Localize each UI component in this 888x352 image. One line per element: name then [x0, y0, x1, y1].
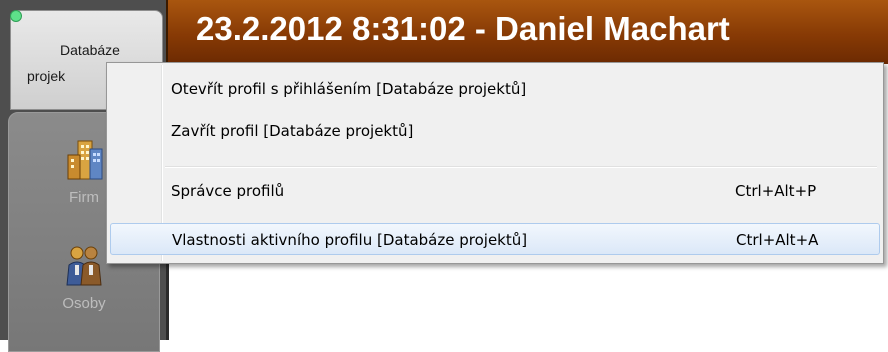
- status-dot-icon: [10, 10, 22, 22]
- title-bar: 23.2.2012 8:31:02 - Daniel Machart: [166, 0, 888, 64]
- menu-item-shortcut: Ctrl+Alt+P: [735, 182, 817, 200]
- menu-item-label: Vlastnosti aktivního profilu [Databáze p…: [172, 231, 528, 249]
- menu-item-open-profile-with-login[interactable]: Otevřít profil s přihlášením [Databáze p…: [110, 73, 880, 105]
- menu-item-active-profile-properties[interactable]: Vlastnosti aktivního profilu [Databáze p…: [110, 223, 880, 255]
- menu-item-label: Správce profilů: [171, 182, 285, 200]
- menu-item-label: Zavřít profil [Databáze projektů]: [171, 122, 414, 140]
- menu-item-profile-manager[interactable]: Správce profilů Ctrl+Alt+P: [110, 175, 880, 207]
- buildings-icon: [64, 137, 104, 185]
- menu-item-shortcut: Ctrl+Alt+A: [736, 231, 819, 249]
- menu-item-label: Otevřít profil s přihlášením [Databáze p…: [171, 80, 527, 98]
- menu-separator: [165, 166, 877, 168]
- people-icon: [64, 243, 104, 291]
- menu-item-close-profile[interactable]: Zavřít profil [Databáze projektů]: [110, 115, 880, 147]
- profile-context-menu: Otevřít profil s přihlášením [Databáze p…: [106, 62, 884, 264]
- nav-item-label: Osoby: [62, 295, 106, 312]
- page-title: 23.2.2012 8:31:02 - Daniel Machart: [196, 10, 730, 47]
- profile-tab-line1: Databáze: [60, 42, 120, 58]
